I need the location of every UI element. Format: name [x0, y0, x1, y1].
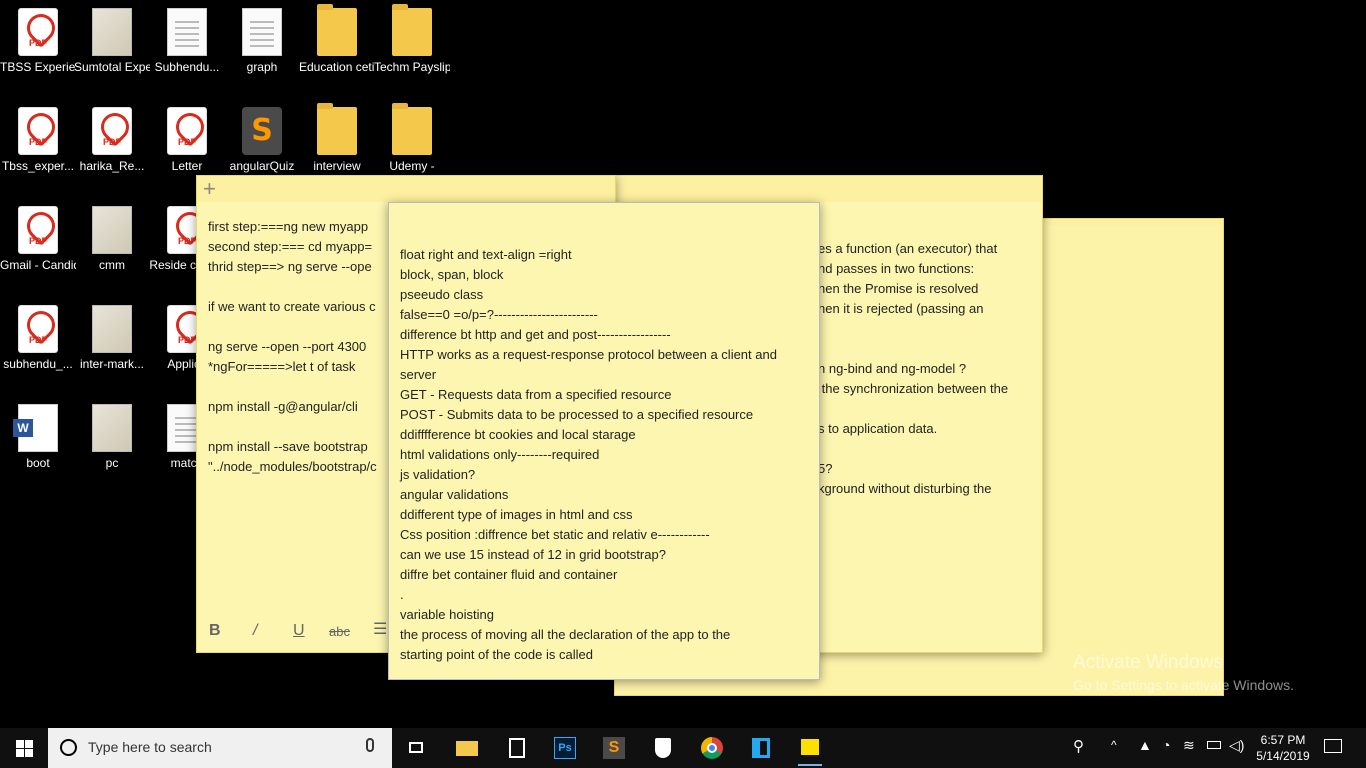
sticky-notes-icon[interactable] — [798, 736, 822, 766]
task-view-icon[interactable] — [405, 736, 429, 760]
desktop-icon-label: Letter — [171, 159, 203, 173]
pdf-file-icon: PDF — [18, 107, 58, 155]
cortana-icon — [60, 739, 77, 756]
desktop-icon[interactable]: pc — [74, 404, 150, 471]
note-header[interactable]: + — [197, 176, 615, 202]
desktop-icon[interactable]: interview — [299, 103, 375, 174]
desktop-icon[interactable]: inter-mark... — [74, 305, 150, 372]
activate-windows-watermark: Activate Windows Go to Settings to activ… — [1073, 651, 1294, 695]
clock[interactable]: 6:57 PM 5/14/2019 — [1251, 732, 1315, 764]
desktop-icon[interactable]: cmm — [74, 206, 150, 273]
new-note-button[interactable]: + — [203, 176, 216, 202]
folder-file-icon — [392, 4, 432, 56]
note-front-text[interactable]: float right and text-align =right block,… — [400, 245, 777, 665]
folder-file-icon — [392, 103, 432, 155]
pdf-file-icon: PDF — [92, 107, 132, 155]
strikethrough-button[interactable]: abc — [329, 622, 350, 642]
desktop-icon[interactable]: Subhendu... — [149, 8, 225, 75]
wifi-icon[interactable]: ≋ — [1183, 737, 1195, 754]
pdf-file-icon: PDF — [18, 305, 58, 353]
desktop-icon-label: Gmail - Candidate I... — [0, 258, 76, 272]
scan-file-icon — [92, 404, 132, 452]
folder-file-icon — [317, 103, 357, 155]
sublime-file-icon — [242, 107, 282, 155]
desktop-icon-label: Udemy - — [389, 159, 435, 173]
desktop-icon-label: harika_Re... — [79, 159, 145, 173]
desktop-icon[interactable]: Udemy - — [374, 103, 450, 174]
desktop-icon[interactable]: Techm Payslips — [374, 4, 450, 75]
microphone-icon[interactable] — [366, 738, 374, 752]
network-icon[interactable]: ◔ — [1162, 737, 1170, 753]
desktop-icon[interactable]: graph — [224, 8, 300, 75]
watermark-title: Activate Windows — [1073, 652, 1223, 673]
note-left-text[interactable]: first step:===ng new myapp second step:=… — [208, 217, 377, 477]
folder-file-icon — [317, 4, 357, 56]
desktop-icon-label: Subhendu... — [154, 60, 220, 74]
desktop-icon[interactable]: PDF harika_Re... — [74, 107, 150, 174]
desktop-icon[interactable]: PDF Gmail - Candidate I... — [0, 206, 76, 273]
volume-icon[interactable]: ◁) — [1229, 737, 1244, 754]
desktop-icon-label: interview — [313, 159, 361, 173]
desktop-icon-label: Tbss_exper... — [1, 159, 75, 173]
sticky-note-front[interactable]: float right and text-align =right block,… — [388, 202, 820, 680]
watermark-subtitle: Go to Settings to activate Windows. — [1073, 677, 1294, 693]
search-box[interactable]: Type here to search — [48, 728, 392, 768]
file-explorer-icon[interactable] — [455, 736, 479, 760]
scan-file-icon — [92, 305, 132, 353]
desktop-icon-label: cmm — [99, 258, 125, 272]
list-button[interactable]: ☰ — [373, 620, 387, 640]
bold-button[interactable]: B — [209, 621, 221, 641]
taskbar: Type here to search Ps S ⚲ ^ ▲ ◔ ≋ ◁) 6:… — [0, 728, 1366, 768]
desktop-icon-label: angularQuiz — [229, 159, 295, 173]
desktop-icon-label: TBSS Experien... — [0, 60, 76, 74]
desktop-icon[interactable]: boot — [0, 404, 76, 471]
show-hidden-icons-icon[interactable]: ^ — [1111, 738, 1117, 752]
desktop-icon[interactable]: PDF Letter — [149, 107, 225, 174]
desktop-icon[interactable]: Sumtotal Experien... — [74, 8, 150, 75]
desktop-icon-label: graph — [246, 60, 278, 74]
desktop-icon[interactable]: Education cetificates — [299, 4, 375, 75]
battery-icon[interactable] — [1207, 741, 1221, 749]
doc-file-icon — [167, 8, 207, 56]
sublime-text-icon[interactable]: S — [602, 736, 626, 760]
pdf-file-icon: PDF — [18, 206, 58, 254]
search-input[interactable]: Type here to search — [88, 739, 212, 755]
desktop-icon[interactable]: PDF Tbss_exper... — [0, 107, 76, 174]
italic-button[interactable]: / — [253, 621, 257, 641]
desktop-icon-label: inter-mark... — [79, 357, 144, 371]
desktop-icon-label: Techm Payslips — [374, 60, 450, 74]
scan-file-icon — [92, 206, 132, 254]
scan-file-icon — [92, 8, 132, 56]
calculator-icon[interactable] — [505, 736, 529, 760]
desktop-icon-label: boot — [26, 456, 50, 470]
people-icon[interactable]: ⚲ — [1073, 737, 1084, 755]
clock-date: 5/14/2019 — [1256, 749, 1310, 763]
desktop-icon-label: Sumtotal Experien... — [74, 60, 150, 74]
underline-button[interactable]: U — [293, 621, 305, 641]
desktop-icon-label: subhendu_... — [3, 357, 73, 371]
note-header[interactable] — [613, 176, 1042, 202]
desktop-icon[interactable]: angularQuiz — [224, 107, 300, 174]
photoshop-icon[interactable]: Ps — [553, 736, 577, 760]
start-button[interactable] — [0, 728, 48, 768]
pdf-file-icon: PDF — [167, 107, 207, 155]
desktop-icon[interactable]: PDF TBSS Experien... — [0, 8, 76, 75]
word-file-icon — [13, 404, 58, 452]
desktop-icon-label: pc — [105, 456, 119, 470]
chrome-icon[interactable] — [700, 736, 724, 760]
vscode-icon[interactable] — [749, 736, 773, 760]
doc-file-icon — [242, 8, 282, 56]
notifications-icon[interactable] — [1324, 739, 1342, 753]
system-tray: ⚲ ^ ▲ ◔ ≋ ◁) — [1070, 728, 1250, 768]
desktop-icon[interactable]: PDF subhendu_... — [0, 305, 76, 372]
defender-icon[interactable]: ▲ — [1138, 737, 1152, 753]
clock-time: 6:57 PM — [1260, 733, 1306, 747]
pdf-file-icon: PDF — [18, 8, 58, 56]
desktop-icon-label: Education cetificates — [299, 60, 375, 74]
note-right-text[interactable]: es a function (an executor) that nd pass… — [818, 239, 1008, 499]
security-icon[interactable] — [651, 736, 675, 760]
